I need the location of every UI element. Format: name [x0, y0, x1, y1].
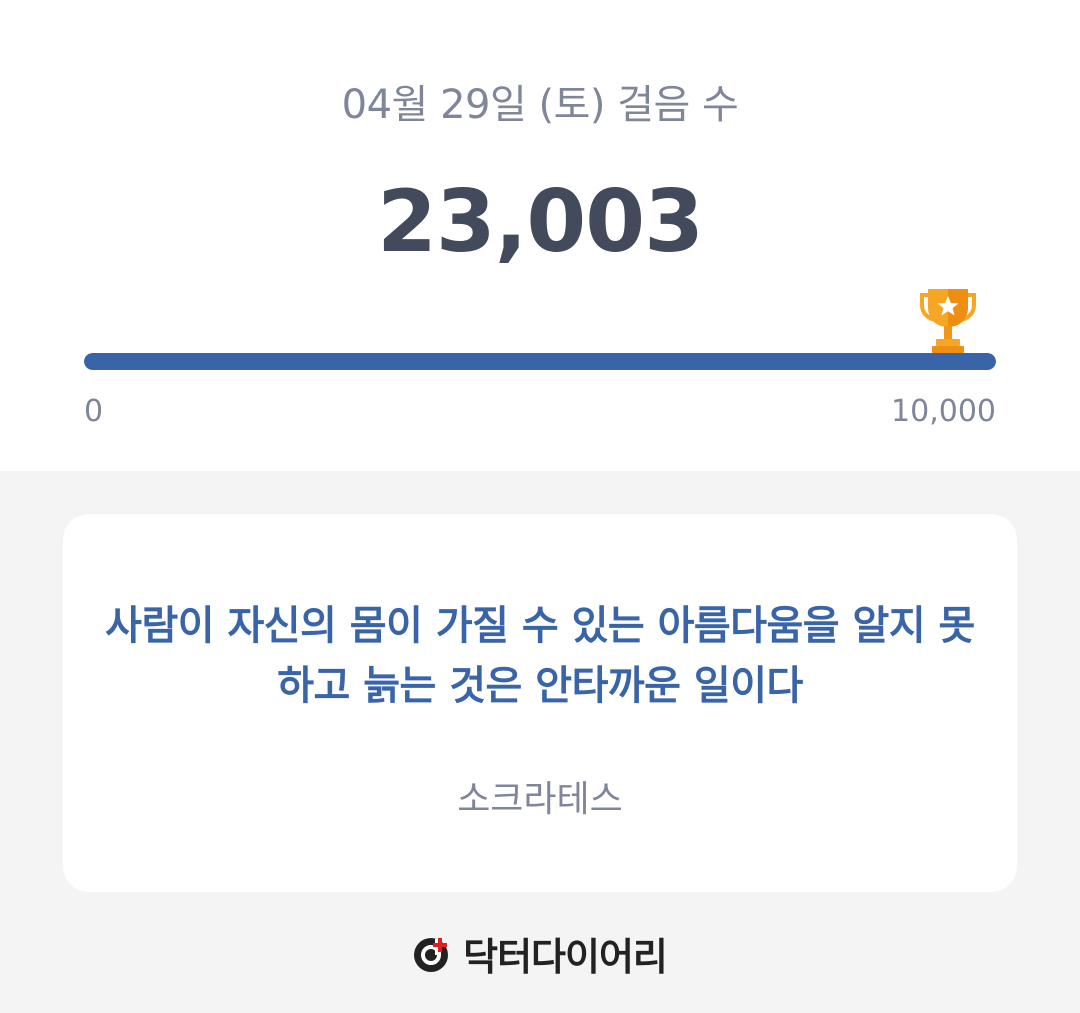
trophy-icon: [920, 287, 976, 353]
date-title: 04월 29일 (토) 걸음 수: [341, 82, 739, 128]
progress-min-label: 0: [84, 394, 104, 429]
quote-author: 소크라테스: [457, 779, 623, 820]
brand-name: 닥터다이어리: [463, 935, 668, 979]
step-count: 23,003: [377, 172, 704, 272]
brand-footer: 닥터다이어리: [0, 926, 1080, 981]
step-summary-panel: 04월 29일 (토) 걸음 수 23,003 0 10,000: [0, 0, 1080, 471]
quote-card: 사람이 자신의 몸이 가질 수 있는 아름다움을 알지 못하고 늙는 것은 안타…: [63, 514, 1017, 892]
progress-goal-label: 10,000: [891, 394, 996, 429]
step-progress-bar: [84, 353, 996, 370]
quote-text: 사람이 자신의 몸이 가질 수 있는 아름다움을 알지 못하고 늙는 것은 안타…: [105, 603, 975, 709]
step-progress-fill: [84, 353, 996, 370]
doctor-diary-logo-icon: [413, 935, 451, 973]
